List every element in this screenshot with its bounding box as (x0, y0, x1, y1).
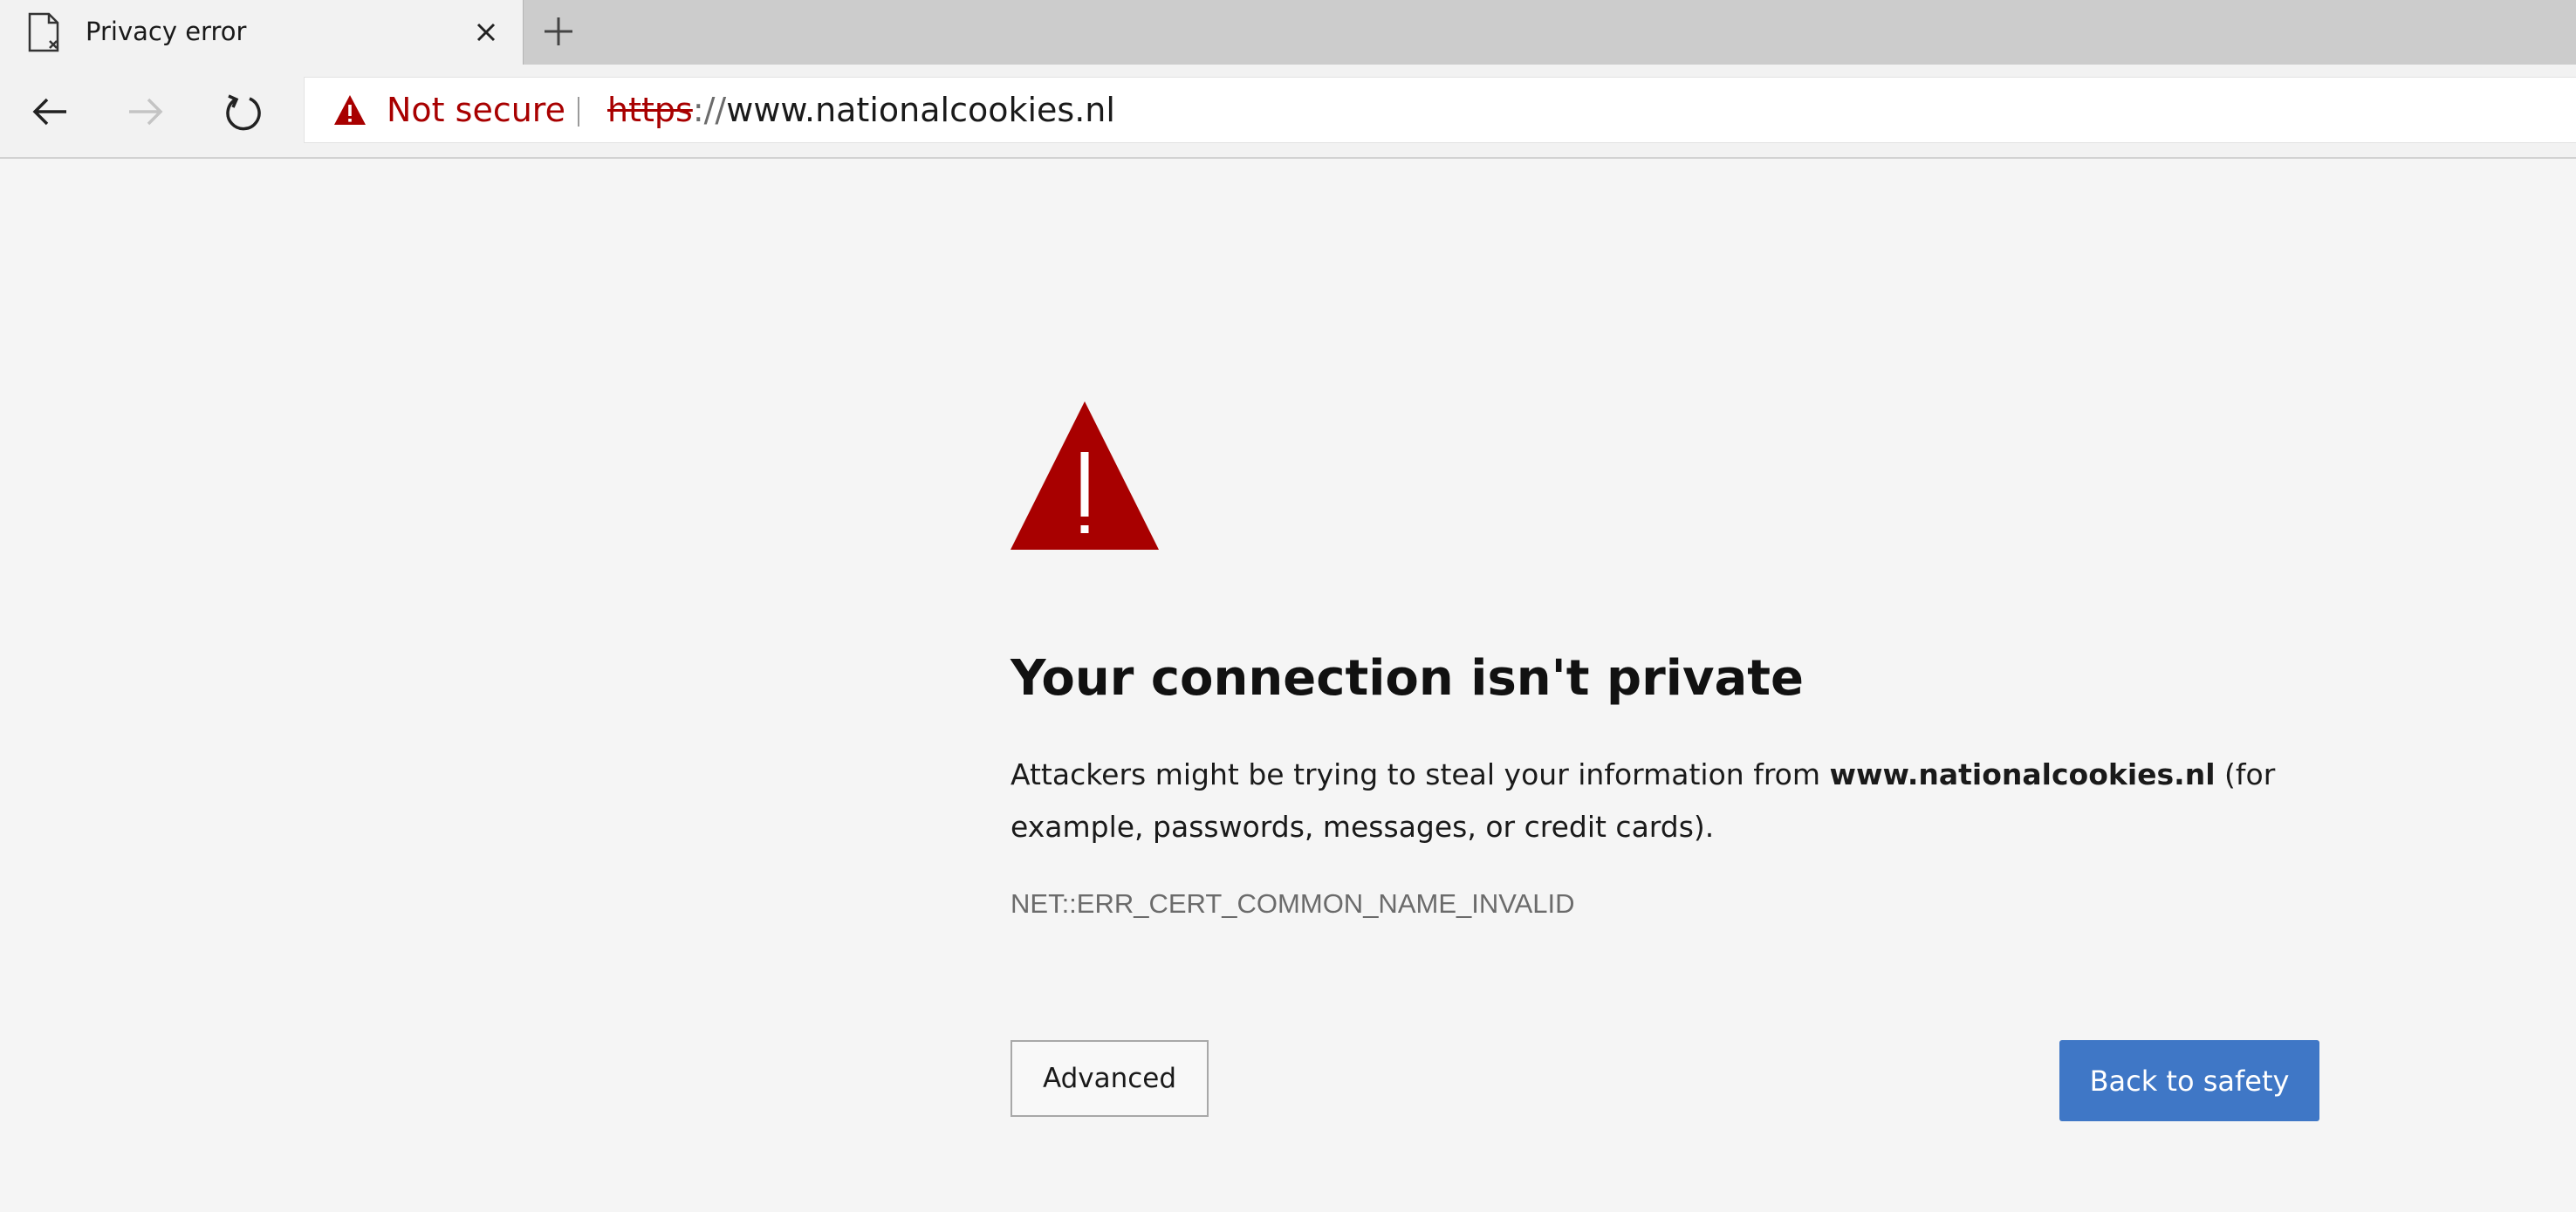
refresh-icon[interactable] (220, 89, 265, 134)
tab-strip: Privacy error (0, 0, 2576, 65)
page-title: Your connection isn't private (1011, 650, 1804, 707)
address-divider (578, 97, 579, 127)
tab-title: Privacy error (86, 17, 247, 46)
arrow-right-icon[interactable] (122, 89, 168, 134)
url-separator: :// (692, 91, 727, 129)
advanced-button[interactable]: Advanced (1011, 1040, 1209, 1117)
url-scheme: https (607, 91, 693, 129)
warning-triangle-icon[interactable] (332, 93, 367, 127)
description-text: Attackers might be trying to steal your … (1011, 757, 1830, 791)
description-host: www.nationalcookies.nl (1829, 757, 2216, 791)
plus-icon[interactable] (539, 12, 578, 51)
url-host: www.nationalcookies.nl (726, 91, 1115, 129)
page-error-icon (28, 12, 59, 52)
arrow-left-icon[interactable] (28, 89, 73, 134)
back-to-safety-button[interactable]: Back to safety (2059, 1040, 2319, 1121)
toolbar: Not secure https://www.nationalcookies.n… (0, 65, 2576, 159)
security-status[interactable]: Not secure (387, 90, 565, 130)
url-text[interactable]: https://www.nationalcookies.nl (607, 90, 1115, 130)
error-code: NET::ERR_CERT_COMMON_NAME_INVALID (1011, 888, 1575, 919)
close-icon[interactable] (469, 16, 503, 49)
error-description: Attackers might be trying to steal your … (1011, 749, 2372, 853)
warning-triangle-icon (1011, 401, 1159, 550)
tab-privacy-error[interactable]: Privacy error (0, 0, 524, 65)
address-bar[interactable]: Not secure https://www.nationalcookies.n… (304, 77, 2576, 143)
